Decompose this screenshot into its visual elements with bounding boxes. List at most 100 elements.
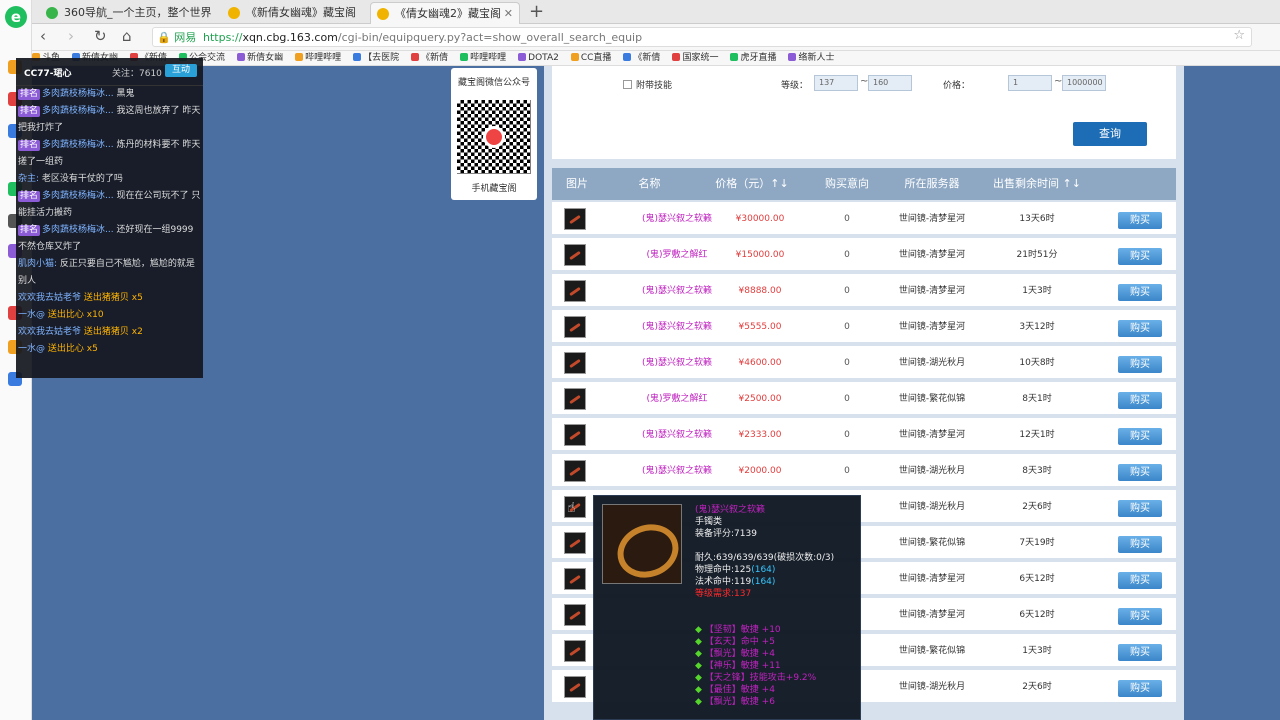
chat-user[interactable]: 肌肉小猫: <box>18 259 57 269</box>
bookmark-item[interactable]: 虎牙直播 <box>730 51 776 65</box>
level-min-input[interactable]: 137 <box>814 75 858 91</box>
buy-button[interactable]: 购买 <box>1118 572 1162 589</box>
bookmark-label: 《新倩 <box>421 53 449 63</box>
bookmark-item[interactable]: CC直播 <box>570 51 612 65</box>
buy-button[interactable]: 购买 <box>1118 464 1162 481</box>
bookmark-item[interactable]: 【去医院 <box>353 51 399 65</box>
item-thumbnail[interactable] <box>564 676 586 698</box>
item-thumbnail[interactable] <box>564 604 586 626</box>
reload-icon[interactable]: ↻ <box>94 27 107 45</box>
query-button[interactable]: 查询 <box>1073 122 1147 146</box>
chat-message: 杂主: 老区没有干仗的了吗 <box>16 171 203 188</box>
buy-button[interactable]: 购买 <box>1118 608 1162 625</box>
bookmark-item[interactable]: 哔哩哔哩 <box>460 51 506 65</box>
item-thumbnail[interactable] <box>564 244 586 266</box>
buy-button[interactable]: 购买 <box>1118 212 1162 229</box>
checkbox-box[interactable] <box>623 80 632 89</box>
buy-button[interactable]: 购买 <box>1118 644 1162 661</box>
item-thumbnail[interactable] <box>564 424 586 446</box>
star-icon[interactable]: ☆ <box>1233 28 1245 43</box>
table-row: (鬼)罗敷之解红 ¥2500.00 0 世间镜-繁花似锦 8天1时 购买 <box>552 382 1176 416</box>
back-icon[interactable]: ‹ <box>40 27 46 45</box>
qr-card: 藏宝阁微信公众号 手机藏宝阁 <box>451 68 537 200</box>
tab-360[interactable]: 360导航_一个主页，整个世界 <box>40 2 222 24</box>
bookmark-label: 哔哩哔哩 <box>305 53 342 63</box>
tooltip-mod: 【天之锋】技能攻击+9.2% <box>695 672 816 684</box>
browser-logo-icon[interactable]: e <box>5 6 27 28</box>
secure-label: 网易 <box>174 31 197 44</box>
item-thumbnail[interactable] <box>564 532 586 554</box>
chat-user[interactable]: 多肉蔬枝杨梅冰... <box>42 191 114 201</box>
streamer-name: CC77-珺心 <box>24 69 72 79</box>
bookmark-icon <box>672 53 681 61</box>
item-thumbnail[interactable] <box>564 280 586 302</box>
skill-checkbox[interactable]: 附带技能 <box>623 78 672 91</box>
table-row: (鬼)瑟兴叙之软籁 ¥2000.00 0 世间镜-湖光秋月 8天3时 购买 <box>552 454 1176 488</box>
buy-button[interactable]: 购买 <box>1118 500 1162 517</box>
buy-button[interactable]: 购买 <box>1118 392 1162 409</box>
gift-count: x10 <box>86 310 104 320</box>
phys-label: 物理命中:125 <box>695 565 752 575</box>
chat-user[interactable]: 多肉蔬枝杨梅冰... <box>42 140 114 150</box>
server-name: 世间镜-湖光秋月 <box>898 502 966 512</box>
bookmark-label: CC直播 <box>580 53 612 63</box>
chat-user[interactable]: 欢欢我去姑老爷 <box>18 327 81 337</box>
chat-user[interactable]: 多肉蔬枝杨梅冰... <box>42 89 114 99</box>
item-thumbnail[interactable] <box>564 640 586 662</box>
interact-button[interactable]: 互动 <box>165 64 197 77</box>
bookmark-item[interactable]: 国家统一 <box>672 51 718 65</box>
remaining-time: 1天3时 <box>1022 286 1052 296</box>
chat-user[interactable]: 一水@ <box>18 344 45 354</box>
gift-count: x5 <box>86 344 98 354</box>
checkbox-label: 附带技能 <box>636 81 673 91</box>
chat-user[interactable]: 欢欢我去姑老爷 <box>18 293 81 303</box>
bookmark-item[interactable]: 《新倩 <box>411 51 449 65</box>
url-path: /cgi-bin/equipquery.py?act=show_overall_… <box>337 31 643 44</box>
tab-cbg-active[interactable]: 《倩女幽魂2》藏宝阁 ✕ <box>370 2 520 24</box>
buy-button[interactable]: 购买 <box>1118 356 1162 373</box>
item-thumbnail[interactable] <box>564 460 586 482</box>
chat-user[interactable]: 多肉蔬枝杨梅冰... <box>42 225 114 235</box>
tooltip-mod: 【神乐】敏捷 +11 <box>695 660 816 672</box>
buy-button[interactable]: 购买 <box>1118 536 1162 553</box>
home-icon[interactable]: ⌂ <box>122 27 132 45</box>
chat-user[interactable]: 杂主: <box>18 174 39 184</box>
bookmark-icon <box>570 53 579 61</box>
buy-button[interactable]: 购买 <box>1118 680 1162 697</box>
buy-button[interactable]: 购买 <box>1118 284 1162 301</box>
buy-button[interactable]: 购买 <box>1118 428 1162 445</box>
remaining-time: 3天12时 <box>1019 322 1055 332</box>
tab-cbg-new[interactable]: 《新倩女幽魂》藏宝阁 <box>222 2 372 24</box>
chat-message: 肌肉小猫: 反正只要自己不尴尬，尴尬的就是别人 <box>16 256 203 290</box>
bookmark-item[interactable]: 哔哩哔哩 <box>295 51 342 65</box>
chat-text: 黑鬼 <box>116 89 135 99</box>
item-thumbnail[interactable] <box>564 352 586 374</box>
new-tab-button[interactable]: + <box>529 1 544 22</box>
bookmark-item[interactable]: 新倩女幽 <box>237 51 283 65</box>
close-icon[interactable]: ✕ <box>504 3 513 24</box>
server-name: 世间镜-清梦星河 <box>898 214 966 224</box>
header-price[interactable]: 价格（元）↑↓ <box>697 168 807 200</box>
level-label: 等级： <box>781 81 809 91</box>
bookmark-item[interactable]: 《新倩 <box>623 51 660 65</box>
item-thumbnail[interactable] <box>564 568 586 590</box>
bookmark-icon <box>623 53 632 61</box>
table-header: 图片 名称 价格（元）↑↓ 购买意向 所在服务器 出售剩余时间 ↑↓ <box>552 168 1176 200</box>
bookmark-item[interactable]: DOTA2 <box>518 51 559 65</box>
buy-button[interactable]: 购买 <box>1118 320 1162 337</box>
price-max-input[interactable]: 1000000 <box>1062 75 1106 91</box>
chat-text: 送出比心 <box>47 310 84 320</box>
item-thumbnail[interactable] <box>564 388 586 410</box>
item-thumbnail[interactable] <box>564 316 586 338</box>
url-input[interactable]: 🔒 网易 https://xqn.cbg.163.com/cgi-bin/equ… <box>152 27 1252 47</box>
buy-button[interactable]: 购买 <box>1118 248 1162 265</box>
item-thumbnail[interactable] <box>564 208 586 230</box>
header-time[interactable]: 出售剩余时间 ↑↓ <box>977 168 1097 200</box>
chat-user[interactable]: 多肉蔬枝杨梅冰... <box>42 106 114 116</box>
chat-user[interactable]: 一水@ <box>18 310 45 320</box>
bookmark-item[interactable]: 络新人士 <box>788 51 834 65</box>
forward-icon[interactable]: › <box>68 27 74 45</box>
level-max-input[interactable]: 160 <box>868 75 912 91</box>
bookmark-icon <box>460 53 469 61</box>
price-min-input[interactable]: 1 <box>1008 75 1052 91</box>
